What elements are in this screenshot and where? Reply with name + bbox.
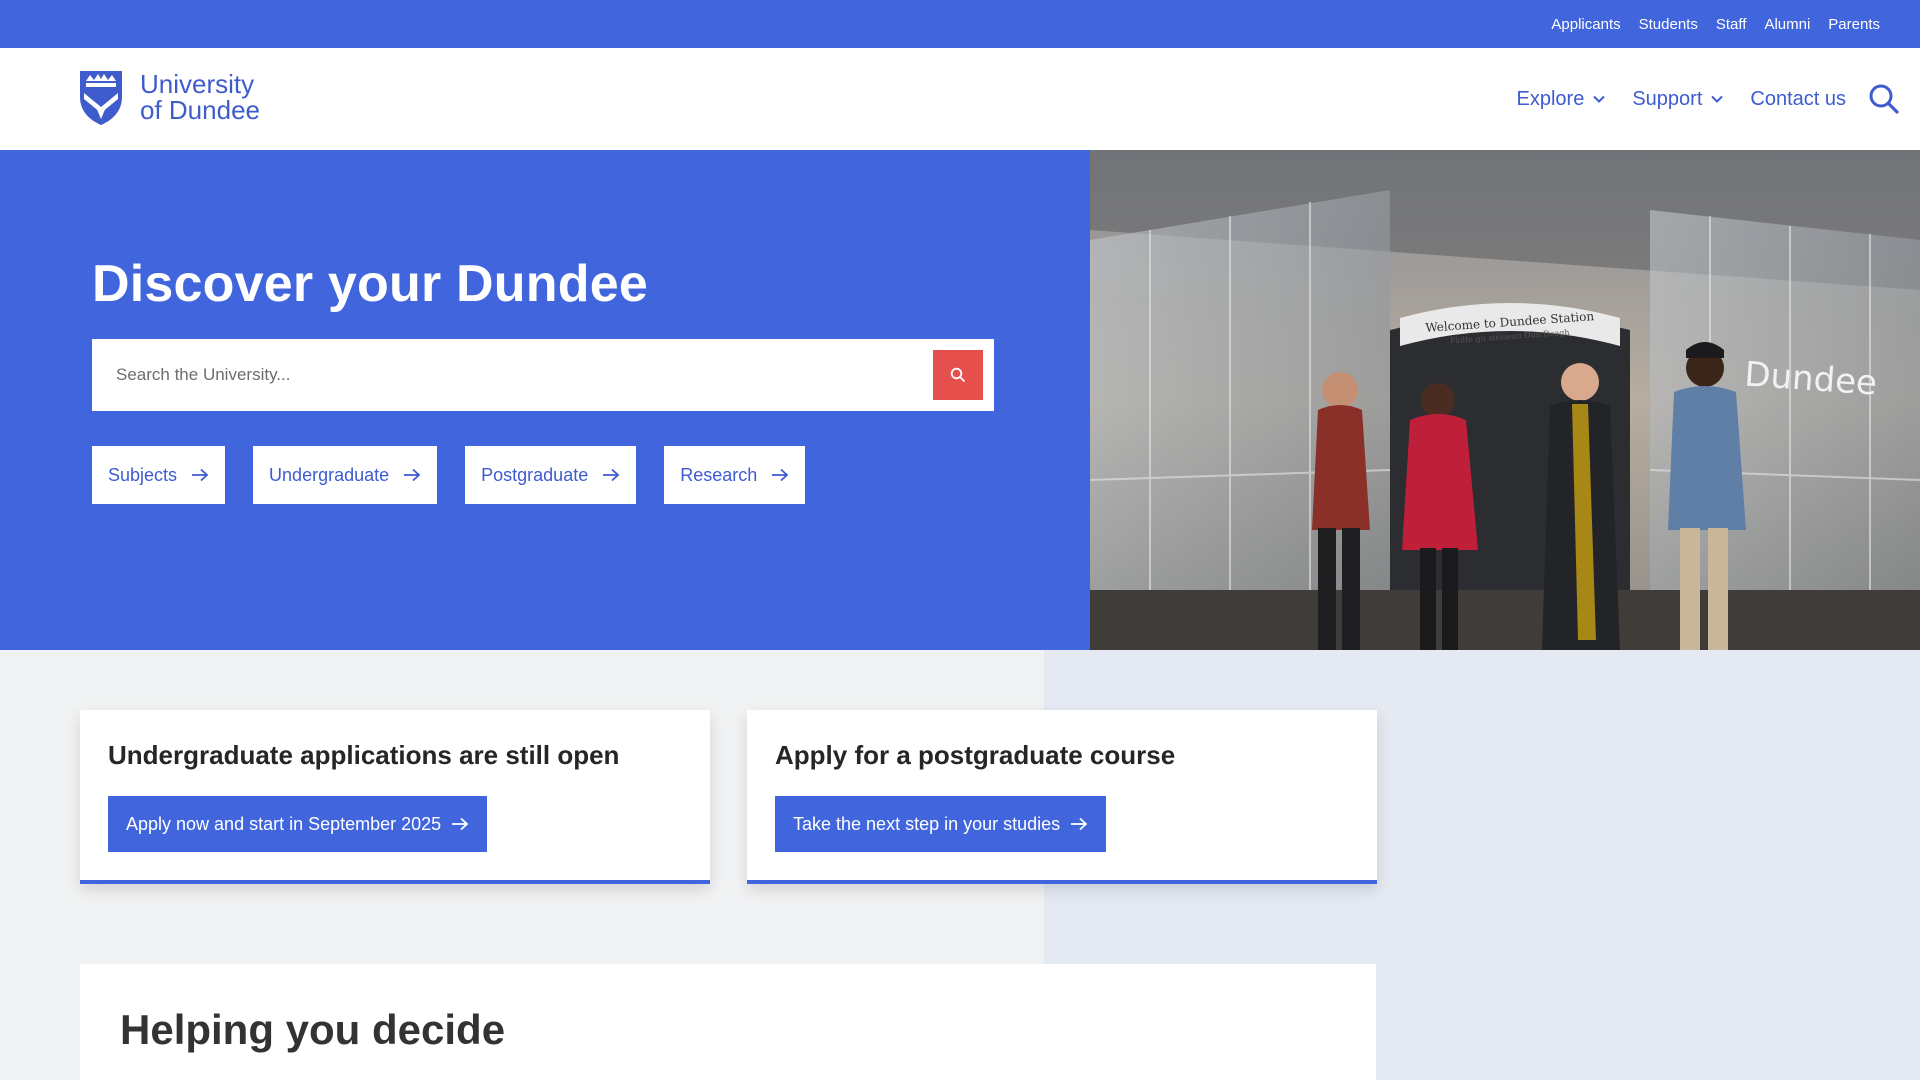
search-input[interactable]: [92, 339, 933, 411]
logo-line-2: of Dundee: [140, 95, 260, 125]
nav-contact-label: Contact us: [1750, 87, 1846, 110]
hero-photo: Welcome to Dundee Station Fàilte gu stèi…: [1090, 150, 1920, 650]
nav-support[interactable]: Support: [1632, 88, 1724, 111]
search-icon: [950, 367, 965, 382]
utility-link-students[interactable]: Students: [1639, 16, 1698, 33]
arrow-right-icon: [603, 468, 620, 482]
station-students-illustration: Welcome to Dundee Station Fàilte gu stèi…: [1090, 150, 1920, 650]
search-icon[interactable]: [1868, 83, 1900, 115]
quick-link-label: Research: [680, 464, 758, 485]
arrow-right-icon: [1071, 817, 1088, 831]
arrow-right-icon: [192, 468, 209, 482]
arrow-right-icon: [772, 468, 789, 482]
card-title: Undergraduate applications are still ope…: [108, 740, 620, 770]
hero-title: Discover your Dundee: [92, 255, 648, 313]
main-header: University of Dundee Explore Support Con…: [0, 48, 1920, 150]
utility-link-alumni[interactable]: Alumni: [1764, 16, 1810, 33]
nav-contact-us[interactable]: Contact us: [1750, 88, 1846, 111]
apply-now-button[interactable]: Apply now and start in September 2025: [108, 796, 488, 852]
quick-link-label: Postgraduate: [481, 464, 589, 485]
arrow-right-icon: [452, 817, 469, 831]
utility-nav: Applicants Students Staff Alumni Parents: [0, 0, 1920, 48]
section-title: Helping you decide: [120, 1006, 506, 1053]
helping-you-decide-section: Helping you decide: [80, 964, 1376, 1080]
quick-links: Subjects Undergraduate Postgraduate Rese…: [92, 446, 833, 504]
nav-explore[interactable]: Explore: [1517, 88, 1607, 111]
undergraduate-applications-card: Undergraduate applications are still ope…: [80, 710, 710, 884]
nav-support-label: Support: [1632, 87, 1703, 110]
shield-crest-icon: [80, 71, 122, 125]
nav-explore-label: Explore: [1516, 87, 1585, 110]
utility-link-applicants[interactable]: Applicants: [1551, 16, 1620, 33]
quick-link-label: Undergraduate: [269, 464, 390, 485]
utility-link-parents[interactable]: Parents: [1828, 16, 1880, 33]
search-submit-button[interactable]: [933, 350, 983, 400]
card-button-label: Apply now and start in September 2025: [126, 813, 442, 834]
quick-link-subjects[interactable]: Subjects: [92, 446, 226, 504]
chevron-down-icon: [1711, 95, 1724, 103]
utility-link-staff[interactable]: Staff: [1716, 16, 1747, 33]
arrow-right-icon: [404, 468, 421, 482]
quick-link-label: Subjects: [108, 464, 178, 485]
chevron-down-icon: [1593, 95, 1606, 103]
university-logo[interactable]: University of Dundee: [78, 67, 260, 127]
next-step-button[interactable]: Take the next step in your studies: [775, 796, 1107, 852]
logo-wordmark: University of Dundee: [140, 71, 260, 123]
logo-line-1: University: [140, 69, 255, 99]
hero-panel: Discover your Dundee Subjects Undergradu…: [0, 150, 1090, 650]
hero-search-bar: [92, 339, 994, 411]
card-title: Apply for a postgraduate course: [775, 740, 1176, 770]
card-button-label: Take the next step in your studies: [793, 813, 1061, 834]
quick-link-postgraduate[interactable]: Postgraduate: [465, 446, 637, 504]
main-nav: Explore Support Contact us: [1491, 48, 1900, 150]
quick-link-undergraduate[interactable]: Undergraduate: [253, 446, 438, 504]
quick-link-research[interactable]: Research: [664, 446, 806, 504]
postgraduate-course-card: Apply for a postgraduate course Take the…: [747, 710, 1377, 884]
